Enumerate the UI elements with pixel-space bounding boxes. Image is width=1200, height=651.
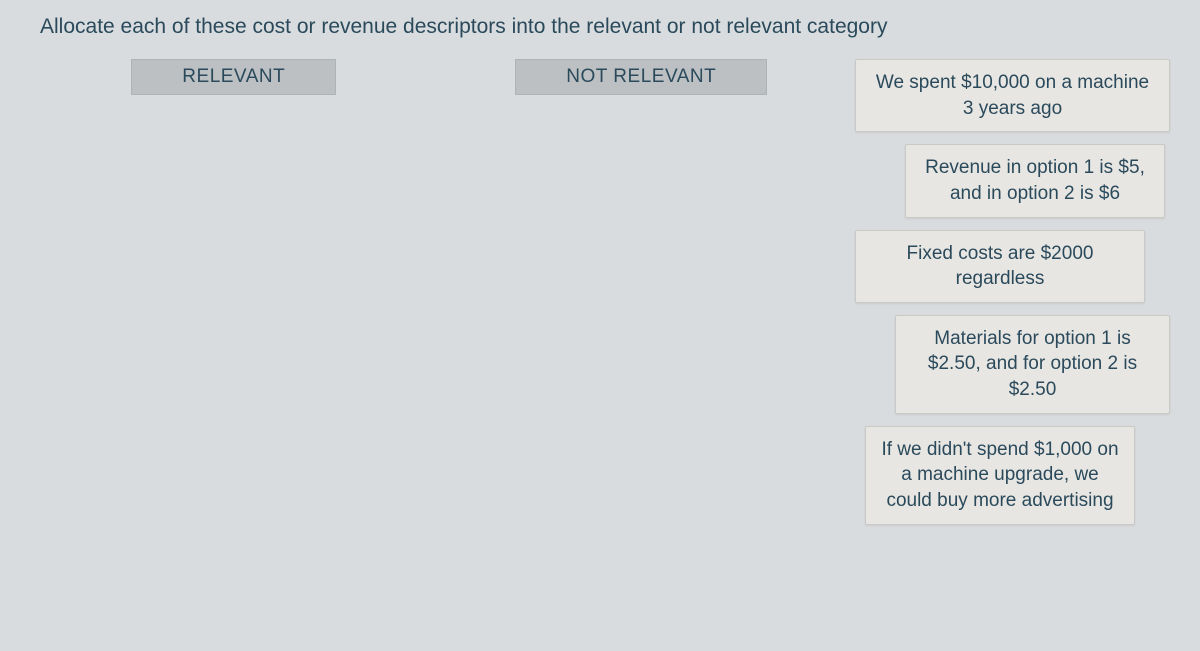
drop-zones: RELEVANT NOT RELEVANT xyxy=(30,59,845,525)
not-relevant-header: NOT RELEVANT xyxy=(515,59,767,95)
cost-item[interactable]: Fixed costs are $2000 regardless xyxy=(855,230,1145,303)
exercise-container: Allocate each of these cost or revenue d… xyxy=(0,0,1200,540)
main-area: RELEVANT NOT RELEVANT We spent $10,000 o… xyxy=(30,59,1170,525)
cost-item[interactable]: Revenue in option 1 is $5, and in option… xyxy=(905,144,1165,217)
cost-item[interactable]: Materials for option 1 is $2.50, and for… xyxy=(895,315,1170,414)
question-prompt: Allocate each of these cost or revenue d… xyxy=(30,15,1170,39)
draggable-items-panel: We spent $10,000 on a machine 3 years ag… xyxy=(855,59,1170,525)
relevant-header: RELEVANT xyxy=(131,59,336,95)
not-relevant-column[interactable]: NOT RELEVANT xyxy=(438,59,846,525)
relevant-column[interactable]: RELEVANT xyxy=(30,59,438,525)
cost-item[interactable]: We spent $10,000 on a machine 3 years ag… xyxy=(855,59,1170,132)
cost-item[interactable]: If we didn't spend $1,000 on a machine u… xyxy=(865,426,1135,525)
